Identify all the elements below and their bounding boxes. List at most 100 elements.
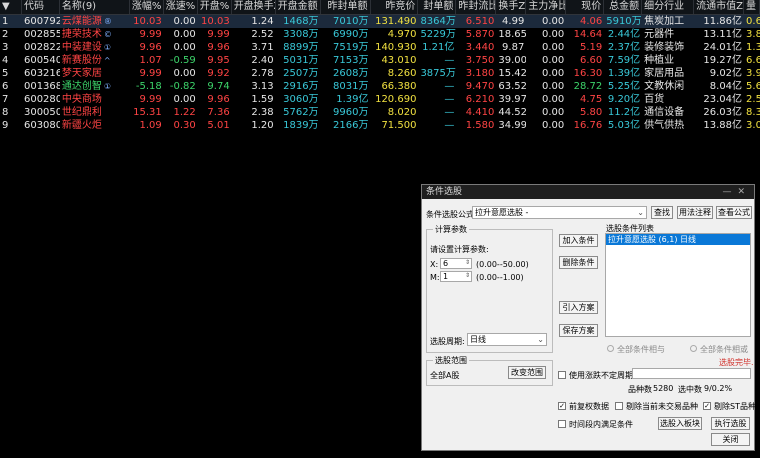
table-row[interactable]: 1 600792 云煤能源 ® 10.03 0.00 10.03 1.24 1468万 7010万… xyxy=(0,15,760,28)
table-row[interactable]: 5 603216 梦天家居 9.99 0.00 9.92 2.78 2507万 2608万 8.2… xyxy=(0,67,760,80)
column-header[interactable]: 涨幅% xyxy=(130,0,164,14)
column-header[interactable]: 流通市值Z xyxy=(694,0,745,14)
table-cell: 44.52 xyxy=(498,107,527,118)
table-cell: 10.03 xyxy=(133,16,162,27)
add-condition-button[interactable]: 加入条件 xyxy=(559,234,598,247)
table-cell: 2.44亿 xyxy=(607,29,641,40)
close-icon[interactable]: ✕ xyxy=(737,187,751,197)
radio-or[interactable] xyxy=(690,345,697,352)
table-cell: 1.3 xyxy=(746,42,760,53)
select-into-block-button[interactable]: 选股入板块 xyxy=(658,417,702,430)
formula-select[interactable]: 拉升意愿选股 - ⌄ xyxy=(472,206,647,219)
table-row[interactable]: 7 600280 中央商场 9.99 0.00 9.96 1.59 3060万 1.39亿 120… xyxy=(0,93,760,106)
table-cell: 4.75 xyxy=(579,94,603,105)
table-cell: 14.64 xyxy=(573,29,603,40)
table-row[interactable]: 3 002822 中装建设 ① 9.96 0.00 9.96 3.71 8899万 7519万 14… xyxy=(0,41,760,54)
import-plan-button[interactable]: 引入方案 xyxy=(559,301,598,314)
radio-and[interactable] xyxy=(607,345,614,352)
column-header[interactable]: 开盘% xyxy=(198,0,232,14)
query-button[interactable]: 查找 xyxy=(651,206,673,219)
table-row[interactable]: 2 002855 捷荣技术 © 9.99 0.00 9.99 2.52 3308万 6990万 4.… xyxy=(0,28,760,41)
table-cell: 3.750 xyxy=(465,55,495,66)
column-header[interactable]: 昨封单额 xyxy=(321,0,371,14)
table-cell: 002855 xyxy=(23,29,60,40)
delete-condition-button[interactable]: 删除条件 xyxy=(559,256,598,269)
close-button[interactable]: 关闭 xyxy=(711,433,750,446)
spin-icon[interactable]: ⇕ xyxy=(465,258,470,267)
table-cell: 装修装饰 xyxy=(644,42,685,53)
period-select[interactable]: 日线 ⌄ xyxy=(467,333,547,346)
table-cell: 0.00 xyxy=(173,42,196,53)
column-header[interactable]: ▼ xyxy=(0,0,22,14)
table-cell: 5 xyxy=(2,68,9,79)
param-x-value: 6 xyxy=(443,259,449,268)
uncertain-period-input[interactable] xyxy=(632,368,751,379)
column-header[interactable]: 代码 xyxy=(22,0,60,14)
column-header[interactable]: 主力净比% xyxy=(526,0,567,14)
table-cell: 3.9 xyxy=(746,68,760,79)
chk-notrade[interactable] xyxy=(615,402,623,410)
column-header[interactable]: 名称(9) xyxy=(60,0,130,14)
table-cell: 603080 xyxy=(23,120,60,131)
table-cell: 2608万 xyxy=(333,68,369,79)
table-cell: 6 xyxy=(2,81,9,92)
table-cell: 3875万 xyxy=(420,68,456,79)
change-range-button[interactable]: 改变范围 xyxy=(508,366,546,379)
chk-uncertain-period[interactable] xyxy=(558,371,566,379)
save-plan-button[interactable]: 保存方案 xyxy=(559,324,598,337)
column-header[interactable]: 封单额 xyxy=(418,0,457,14)
condition-list-item[interactable]: 拉升意愿选股 (6,1) 日线 xyxy=(606,234,750,245)
table-row[interactable]: 4 600540 新赛股份 ^ 1.07 -0.59 9.95 2.40 5031万 7153万 4… xyxy=(0,54,760,67)
column-header[interactable]: 昨封流比 xyxy=(456,0,497,14)
table-cell: 9.99 xyxy=(139,94,162,105)
table-cell: 6.210 xyxy=(465,94,495,105)
table-cell: 8.260 xyxy=(387,68,417,79)
table-cell: — xyxy=(444,120,455,131)
column-header[interactable]: 细分行业 xyxy=(642,0,695,14)
name-mark-icon: ① xyxy=(103,82,112,91)
chk-st[interactable]: ✓ xyxy=(703,402,711,410)
table-cell: 梦天家居 xyxy=(61,68,102,79)
condition-list[interactable]: 拉升意愿选股 (6,1) 日线 xyxy=(605,233,751,337)
table-cell: 7519万 xyxy=(333,42,369,53)
table-cell: 18.65 xyxy=(498,29,527,40)
column-header[interactable]: 昨竞价 xyxy=(371,0,419,14)
column-header[interactable]: 量 xyxy=(744,0,760,14)
column-header[interactable]: 涨速% xyxy=(164,0,198,14)
column-header[interactable]: 开盘换手Z xyxy=(232,0,276,14)
count-label: 品种数 xyxy=(628,385,652,394)
window-controls: —✕ xyxy=(722,185,751,199)
param-y-stepper[interactable]: 1 ⇕ xyxy=(440,271,472,282)
column-header[interactable]: 总金额 xyxy=(604,0,643,14)
table-cell: 3.13 xyxy=(251,81,274,92)
table-cell: 0.00 xyxy=(542,55,565,66)
table-cell: 2 xyxy=(2,29,9,40)
table-cell: 3.71 xyxy=(251,42,274,53)
table-row[interactable]: 9 603080 新疆火炬 1.09 0.30 5.01 1.20 1839万 2166万 71.… xyxy=(0,119,760,132)
column-header[interactable]: 换手Z xyxy=(496,0,527,14)
execute-selection-button[interactable]: 执行选股 xyxy=(711,417,750,430)
param-x-stepper[interactable]: 6 ⇕ xyxy=(440,258,472,269)
table-cell: 3.440 xyxy=(465,42,495,53)
dialog-titlebar[interactable]: 条件选股 —✕ xyxy=(422,185,754,199)
table-row[interactable]: 8 300050 世纪鼎利 15.31 1.22 7.36 2.38 5762万 9960万 8.… xyxy=(0,106,760,119)
table-cell: 1.39亿 xyxy=(607,68,641,79)
minimize-icon[interactable]: — xyxy=(722,187,737,197)
chk-fuquan[interactable]: ✓ xyxy=(558,402,566,410)
column-header[interactable]: 开盘金额 xyxy=(276,0,321,14)
table-cell: 6.60 xyxy=(579,55,603,66)
param-y-label: M: xyxy=(430,273,440,282)
column-header[interactable]: 现价 xyxy=(566,0,605,14)
table-cell: 1.580 xyxy=(465,120,495,131)
table-cell: 1 xyxy=(2,16,9,27)
usage-note-button[interactable]: 用法注释 xyxy=(677,206,713,219)
table-row[interactable]: 6 001368 通达创智 ① -5.18 -0.82 9.74 3.13 2916万 8031万… xyxy=(0,80,760,93)
table-cell: 2916万 xyxy=(283,81,319,92)
spin-icon[interactable]: ⇕ xyxy=(465,271,470,280)
table-cell: 2.78 xyxy=(251,68,274,79)
table-cell: 34.99 xyxy=(498,120,527,131)
count-value: 5280 xyxy=(653,384,674,393)
chk-time-period[interactable] xyxy=(558,420,566,428)
view-formula-button[interactable]: 查看公式 xyxy=(716,206,752,219)
table-cell: — xyxy=(444,107,455,118)
